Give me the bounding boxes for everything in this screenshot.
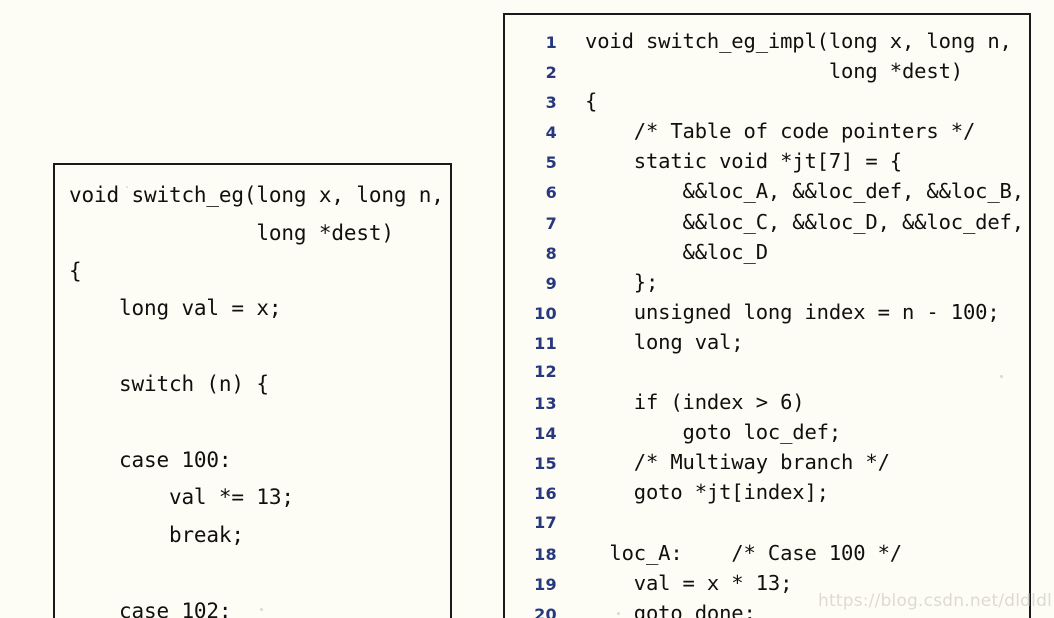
code-text: }; [585,269,659,294]
line-number: 7 [545,213,557,233]
code-line: break; [69,517,450,555]
figure-canvas: void switch_eg(long x, long n, long *des… [0,0,1054,618]
code-line: 7 &&loc_C, &&loc_D, &&loc_def, [515,207,1029,237]
code-line: 12 [515,357,1029,387]
code-text: void switch_eg_impl(long x, long n, [585,29,1012,53]
code-line: { [69,253,450,291]
code-text: { [69,258,82,283]
code-lines-right: 1 void switch_eg_impl(long x, long n, 2 lo… [505,15,1029,618]
code-text: val *= 13; [69,485,294,510]
code-line: val *= 13; [69,479,450,517]
line-number: 11 [534,333,557,353]
line-number: 16 [534,484,557,504]
code-text: goto *jt[index]; [585,480,829,505]
code-text: long val = x; [69,296,282,321]
code-line: case 100: [69,442,450,480]
line-number: 10 [534,303,557,323]
code-line: case 102: [69,593,450,618]
code-line: 16 goto *jt[index]; [515,477,1029,507]
scan-speck [1000,375,1003,378]
code-line: 18 loc_A: /* Case 100 */ [515,538,1029,568]
code-text: &&loc_D [585,239,769,264]
line-number: 20 [534,604,557,618]
line-number: 6 [545,183,557,203]
code-text: case 100: [69,447,232,472]
code-line: 4 /* Table of code pointers */ [515,116,1029,146]
code-text: switch (n) { [69,371,269,396]
code-line: 1 void switch_eg_impl(long x, long n, [515,26,1029,56]
line-number: 1 [545,33,557,52]
line-number: 4 [545,123,557,143]
line-number: 13 [534,394,557,414]
code-line: switch (n) { [69,366,450,404]
code-lines-left: void switch_eg(long x, long n, long *des… [55,165,450,618]
line-number: 12 [534,362,557,382]
code-text: &&loc_A, &&loc_def, &&loc_B, [585,179,1025,204]
line-number: 3 [545,93,557,113]
code-text: val = x * 13; [585,570,793,595]
code-text: long val; [585,329,744,354]
code-text: long *dest) [69,220,394,245]
code-line: 13 if (index > 6) [515,387,1029,417]
code-line: long *dest) [69,215,450,253]
code-text: goto loc_def; [585,420,842,445]
code-text: break; [69,523,244,548]
code-line: 8 &&loc_D [515,237,1029,267]
code-text: unsigned long index = n - 100; [585,299,1000,324]
code-line: 3{ [515,86,1029,116]
code-text: static void *jt[7] = { [585,149,902,174]
code-line: 15 /* Multiway branch */ [515,447,1029,477]
scan-speck [260,608,263,611]
line-number: 14 [534,424,557,444]
line-number: 19 [534,574,557,594]
code-text: &&loc_C, &&loc_D, &&loc_def, [585,209,1025,234]
code-line: 17 [515,508,1029,538]
code-text: { [585,89,598,114]
scan-speck [617,612,620,615]
code-line: 5 static void *jt[7] = { [515,146,1029,176]
line-number: 15 [534,454,557,474]
code-line: 19 val = x * 13; [515,568,1029,598]
scan-speck [126,186,128,188]
line-number: 18 [534,544,557,564]
code-line: 9 }; [515,267,1029,297]
line-number: 5 [545,153,557,173]
code-text: if (index > 6) [585,390,805,415]
line-number: 2 [545,63,557,83]
code-line: void switch_eg(long x, long n, [69,177,450,215]
line-number: 8 [545,243,557,263]
code-text: long *dest) [585,59,963,84]
code-text: void switch_eg(long x, long n, [69,183,444,207]
code-panel-switch-eg: void switch_eg(long x, long n, long *des… [53,163,452,618]
code-line: 10 unsigned long index = n - 100; [515,297,1029,327]
code-line: long val = x; [69,290,450,328]
code-line: 14 goto loc_def; [515,417,1029,447]
code-text: /* Multiway branch */ [585,450,890,475]
code-panel-switch-eg-impl: 1 void switch_eg_impl(long x, long n, 2 lo… [503,13,1031,618]
code-line: 20 goto done; [515,598,1029,618]
code-text: loc_A: /* Case 100 */ [585,540,902,565]
code-text: goto done; [585,600,756,618]
code-text: /* Table of code pointers */ [585,119,976,144]
code-line: 2 long *dest) [515,56,1029,86]
code-line: 6 &&loc_A, &&loc_def, &&loc_B, [515,176,1029,206]
code-line: 11 long val; [515,327,1029,357]
line-number: 17 [534,512,557,532]
line-number: 9 [545,273,557,293]
code-text: case 102: [69,598,232,618]
